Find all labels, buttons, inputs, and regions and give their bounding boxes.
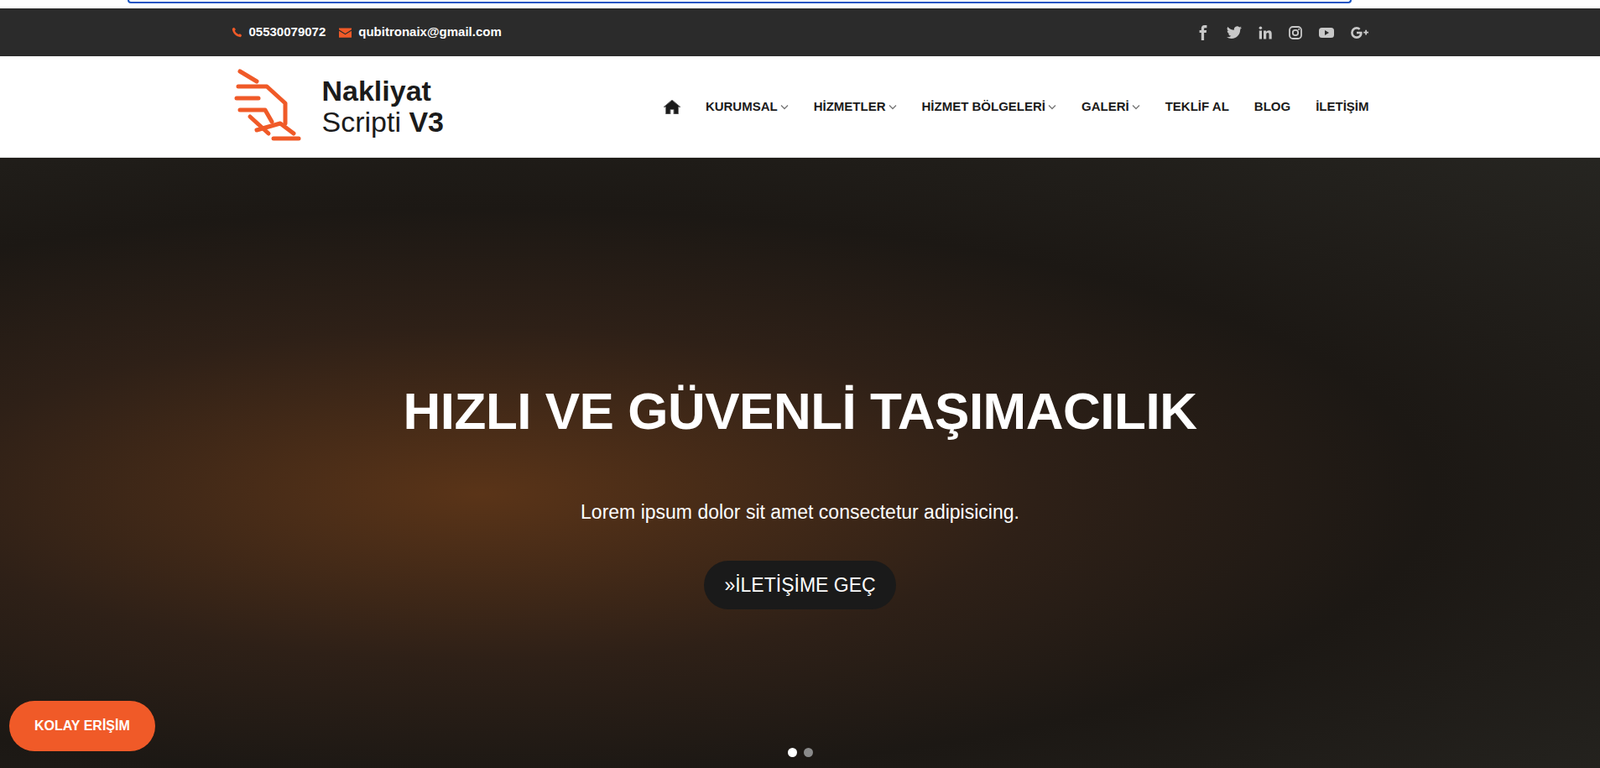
browser-edge [0,0,1600,9]
logo-line2-text: Scripti [322,105,402,138]
social-links [1196,25,1370,41]
logo-badge: V3 [408,105,444,138]
email-link[interactable]: qubitronaix@gmail.com [338,22,501,42]
hero-subtitle: Lorem ipsum dolor sit amet consectetur a… [0,497,1600,527]
menu-item[interactable]: HİZMET BÖLGELERİ [922,90,1058,124]
contact-info: 05530079072 qubitronaix@gmail.com [231,22,502,42]
facebook-icon[interactable] [1196,25,1210,41]
menu-item[interactable]: KURUMSAL [705,90,789,124]
menu-item[interactable]: İLETİŞİM [1315,90,1369,124]
accessibility-button[interactable]: KOLAY ERİŞİM [9,700,156,751]
chevron-down-icon[interactable] [1047,104,1057,110]
top-bar-inner: 05530079072 qubitronaix@gmail.com [221,8,1380,57]
social-link[interactable] [1288,26,1303,40]
menu-item[interactable]: GALERİ [1081,90,1141,124]
social-link[interactable] [1318,26,1335,40]
envelope-icon [338,27,352,38]
menu-label[interactable]: BLOG [1254,99,1291,114]
slider-dot[interactable] [787,747,798,757]
hero-slider: HIZLI VE GÜVENLİ TAŞIMACILIK Lorem ipsum … [0,157,1600,768]
googleplus-icon[interactable] [1350,26,1370,40]
top-bar: 05530079072 qubitronaix@gmail.com [0,8,1600,57]
home-icon[interactable] [663,99,681,115]
email-address[interactable]: qubitronaix@gmail.com [358,22,501,42]
social-link[interactable] [1350,26,1370,40]
phone-icon [231,26,243,38]
hero-content: HIZLI VE GÜVENLİ TAŞIMACILIK Lorem ipsum … [0,157,1600,610]
chevron-down-icon[interactable] [888,104,897,110]
chevron-down-icon[interactable] [780,104,789,110]
site-logo[interactable]: NakliyatScripti V3 [231,64,445,149]
logo-line2: Scripti V3 [322,106,445,138]
phone-number[interactable]: 05530079072 [249,22,327,42]
slider-dot[interactable] [803,747,814,757]
address-bar-edge [127,0,1352,4]
logo-line1: Nakliyat [322,75,445,107]
hero-title: HIZLI VE GÜVENLİ TAŞIMACILIK [0,380,1600,441]
social-link[interactable] [1226,26,1242,40]
site-header: NakliyatScripti V3 KURUMSAL HİZMETLER HİZME… [0,56,1600,158]
contact-button[interactable]: »İLETİŞİME GEÇ [703,560,896,610]
menu-label[interactable]: HİZMET BÖLGELERİ [922,99,1047,114]
twitter-icon[interactable] [1226,26,1242,40]
phone-link[interactable]: 05530079072 [231,22,327,42]
menu-label[interactable]: HİZMETLER [813,99,886,114]
menu-label[interactable]: TEKLİF AL [1165,99,1230,114]
truck-logo-icon[interactable] [231,64,309,149]
instagram-icon[interactable] [1288,26,1303,40]
social-link[interactable] [1258,26,1272,40]
logo-text: NakliyatScripti V3 [322,75,445,139]
menu-label[interactable]: KURUMSAL [705,99,778,114]
chevron-down-icon[interactable] [1131,104,1141,110]
header-inner: NakliyatScripti V3 KURUMSAL HİZMETLER HİZME… [221,56,1380,157]
linkedin-icon[interactable] [1258,26,1272,40]
menu-label[interactable]: İLETİŞİM [1315,99,1369,114]
menu-item[interactable]: HİZMETLER [813,90,897,124]
menu-label[interactable]: GALERİ [1081,99,1130,114]
home-link[interactable] [661,93,681,121]
slider-dots [0,747,1600,757]
main-menu: KURUMSAL HİZMETLER HİZMET BÖLGELERİ GALERİ T… [661,90,1370,124]
youtube-icon[interactable] [1318,26,1335,40]
menu-item[interactable]: BLOG [1254,90,1291,124]
social-link[interactable] [1196,25,1210,41]
menu-item[interactable]: TEKLİF AL [1165,90,1230,124]
